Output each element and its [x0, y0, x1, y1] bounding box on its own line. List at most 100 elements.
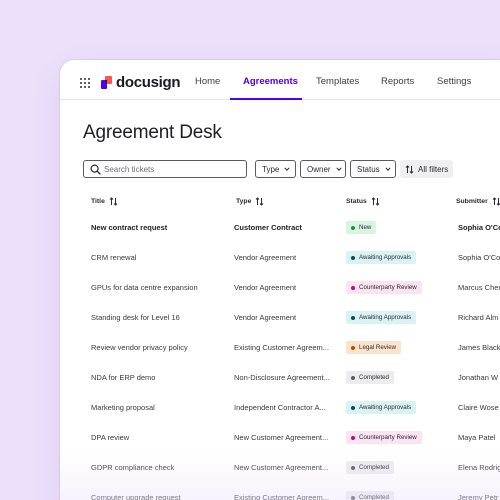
- filter-sort-icon: [405, 164, 414, 174]
- table-row[interactable]: GPUs for data centre expansion Vendor Agr…: [60, 273, 500, 303]
- chevron-down-icon: [335, 167, 342, 171]
- column-header-submitter[interactable]: Submitter: [456, 197, 500, 206]
- all-filters-button[interactable]: All filters: [400, 160, 454, 178]
- status-dot-icon: [351, 495, 355, 500]
- row-submitter: Jeremy Petr: [458, 493, 499, 500]
- row-submitter: Richard Alm: [458, 313, 499, 322]
- row-type: Vendor Agreement: [234, 253, 297, 262]
- search-icon: [90, 164, 101, 175]
- tab-reports[interactable]: Reports: [381, 76, 414, 87]
- status-label: Completed: [359, 464, 389, 471]
- row-type: New Customer Agreement...: [234, 433, 329, 442]
- table-row[interactable]: GDPR compliance check New Customer Agreem…: [60, 453, 500, 483]
- search-input[interactable]: [104, 163, 242, 175]
- brand-name: docusign: [116, 73, 181, 91]
- status-label: New: [359, 224, 372, 231]
- tab-settings[interactable]: Settings: [437, 76, 471, 87]
- row-title[interactable]: GPUs for data centre expansion: [91, 273, 233, 303]
- status-label: Completed: [359, 374, 389, 381]
- page-title: Agreement Desk: [83, 122, 222, 143]
- status-dot-icon: [351, 465, 355, 470]
- row-title[interactable]: GDPR compliance check: [91, 453, 233, 483]
- table-row[interactable]: Standing desk for Level 16 Vendor Agreeme…: [60, 303, 500, 333]
- status-badge: Completed: [346, 491, 394, 500]
- table-row[interactable]: Computer upgrade request Existing Custome…: [60, 483, 500, 500]
- status-dot-icon: [351, 435, 355, 440]
- table-row[interactable]: DPA review New Customer Agreement... Count…: [60, 423, 500, 453]
- row-title[interactable]: Standing desk for Level 16: [91, 303, 233, 333]
- owner-filter-dropdown[interactable]: Owner: [300, 160, 346, 178]
- chevron-down-icon: [385, 167, 391, 171]
- row-type: New Customer Agreement...: [234, 463, 329, 472]
- status-dot-icon: [351, 345, 355, 350]
- row-title[interactable]: Marketing proposal: [91, 393, 233, 423]
- status-dot-icon: [351, 375, 355, 380]
- row-type: Existing Customer Agreem...: [234, 493, 330, 500]
- row-title[interactable]: New contract request: [91, 213, 233, 243]
- table-row[interactable]: Review vendor privacy policy Existing Cus…: [60, 333, 500, 363]
- status-badge: Legal Review: [346, 341, 402, 354]
- row-type: Vendor Agreement: [234, 283, 297, 292]
- table-row[interactable]: NDA for ERP demo Non-Disclosure Agreement…: [60, 363, 500, 393]
- status-label: Counterparty Review: [359, 284, 417, 291]
- status-filter-label: Status: [357, 164, 380, 174]
- sort-icon: [371, 197, 380, 206]
- row-submitter: Claire Wose: [458, 403, 499, 412]
- status-badge: New: [346, 221, 377, 234]
- row-type: Existing Customer Agreem...: [234, 343, 330, 352]
- all-filters-label: All filters: [418, 164, 449, 174]
- tab-templates[interactable]: Templates: [316, 76, 359, 87]
- column-header-type[interactable]: Type: [236, 197, 264, 206]
- status-dot-icon: [351, 225, 355, 230]
- row-title[interactable]: Review vendor privacy policy: [91, 333, 233, 363]
- status-dot-icon: [351, 405, 355, 410]
- status-label: Counterparty Review: [359, 434, 417, 441]
- row-submitter: Sophia O'Co: [458, 253, 500, 262]
- app-window: docusign Home Agreements Templates Repor…: [60, 60, 500, 500]
- owner-filter-label: Owner: [307, 164, 331, 174]
- row-submitter: Sophia O'Co: [458, 223, 500, 232]
- table-row[interactable]: CRM renewal Vendor Agreement Awaiting Appr…: [60, 243, 500, 273]
- row-submitter: Marcus Cher: [458, 283, 500, 292]
- top-nav: docusign Home Agreements Templates Repor…: [60, 60, 500, 100]
- row-type: Customer Contract: [234, 223, 302, 232]
- sort-icon: [492, 197, 500, 206]
- column-header-status[interactable]: Status: [346, 197, 380, 206]
- app-launcher-icon[interactable]: [80, 78, 90, 88]
- sort-icon: [109, 197, 118, 206]
- status-label: Awaiting Approvals: [359, 314, 412, 321]
- row-title[interactable]: NDA for ERP demo: [91, 363, 233, 393]
- docusign-logo[interactable]: docusign: [101, 73, 181, 91]
- status-label: Awaiting Approvals: [359, 254, 412, 261]
- status-badge: Counterparty Review: [346, 281, 422, 294]
- status-dot-icon: [351, 285, 355, 290]
- table-row[interactable]: New contract request Customer Contract New…: [60, 213, 500, 243]
- active-tab-indicator: [230, 98, 302, 100]
- row-title[interactable]: CRM renewal: [91, 243, 233, 273]
- status-dot-icon: [351, 255, 355, 260]
- row-type: Independent Contractor A...: [234, 403, 326, 412]
- sort-icon: [256, 197, 264, 206]
- status-badge: Counterparty Review: [346, 431, 422, 444]
- column-header-title[interactable]: Title: [91, 197, 118, 206]
- status-filter-dropdown[interactable]: Status: [350, 160, 396, 178]
- status-label: Legal Review: [359, 344, 397, 351]
- tab-agreements[interactable]: Agreements: [243, 76, 298, 87]
- row-submitter: Elena Rodrig: [458, 463, 500, 472]
- status-badge: Awaiting Approvals: [346, 311, 417, 324]
- row-title[interactable]: DPA review: [91, 423, 233, 453]
- status-badge: Awaiting Approvals: [346, 401, 417, 414]
- row-submitter: James Black: [458, 343, 500, 352]
- search-box[interactable]: [83, 160, 247, 178]
- status-badge: Completed: [346, 461, 394, 474]
- tab-home[interactable]: Home: [195, 76, 220, 87]
- type-filter-dropdown[interactable]: Type: [255, 160, 296, 178]
- chevron-down-icon: [284, 167, 290, 171]
- status-badge: Completed: [346, 371, 394, 384]
- status-dot-icon: [351, 315, 355, 320]
- row-submitter: Maya Patel: [458, 433, 496, 442]
- table-row[interactable]: Marketing proposal Independent Contractor…: [60, 393, 500, 423]
- row-title[interactable]: Computer upgrade request: [91, 483, 233, 500]
- status-badge: Awaiting Approvals: [346, 251, 417, 264]
- row-type: Vendor Agreement: [234, 313, 297, 322]
